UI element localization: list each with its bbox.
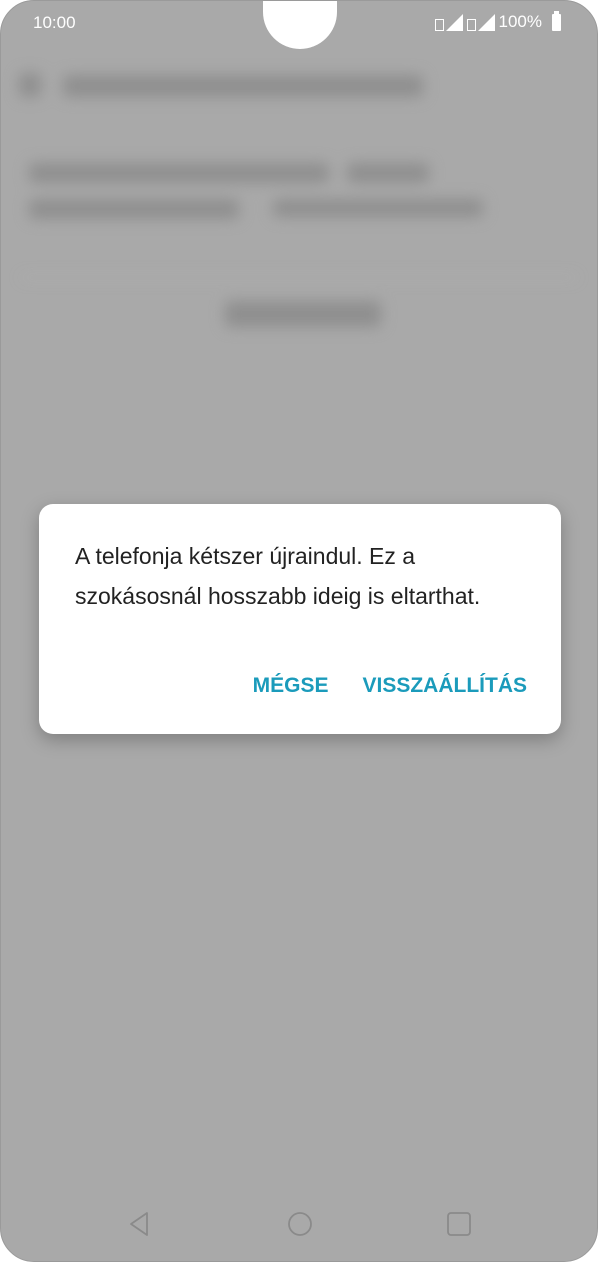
blurred-text — [347, 163, 429, 183]
blurred-divider — [21, 277, 577, 278]
blurred-text — [29, 199, 239, 219]
phone-screen: 10:00 100% A telefonja kétszer újraindul… — [0, 0, 598, 1262]
restore-button[interactable]: VISSZAÁLLÍTÁS — [362, 674, 527, 698]
recents-icon[interactable] — [444, 1209, 474, 1239]
blurred-text — [273, 199, 483, 217]
battery-icon — [552, 10, 561, 31]
dialog-message: A telefonja kétszer újraindul. Ez a szok… — [75, 543, 481, 609]
dialog-buttons: MÉGSE VISSZAÁLLÍTÁS — [253, 674, 527, 698]
back-icon[interactable] — [125, 1209, 155, 1239]
confirm-dialog: A telefonja kétszer újraindul. Ez a szok… — [39, 504, 561, 734]
navigation-bar — [1, 1197, 597, 1261]
blurred-button — [225, 301, 381, 327]
sim1-signal-icon — [434, 13, 463, 31]
battery-percent: 100% — [498, 12, 542, 31]
blurred-background — [1, 45, 597, 445]
blurred-text — [29, 163, 329, 183]
blurred-title — [63, 75, 423, 97]
status-time: 10:00 — [33, 13, 76, 32]
cancel-button[interactable]: MÉGSE — [253, 674, 329, 698]
home-icon[interactable] — [285, 1209, 315, 1239]
sim2-signal-icon — [466, 13, 495, 31]
status-icons: 100% — [434, 10, 561, 32]
blurred-back-icon — [19, 73, 41, 97]
